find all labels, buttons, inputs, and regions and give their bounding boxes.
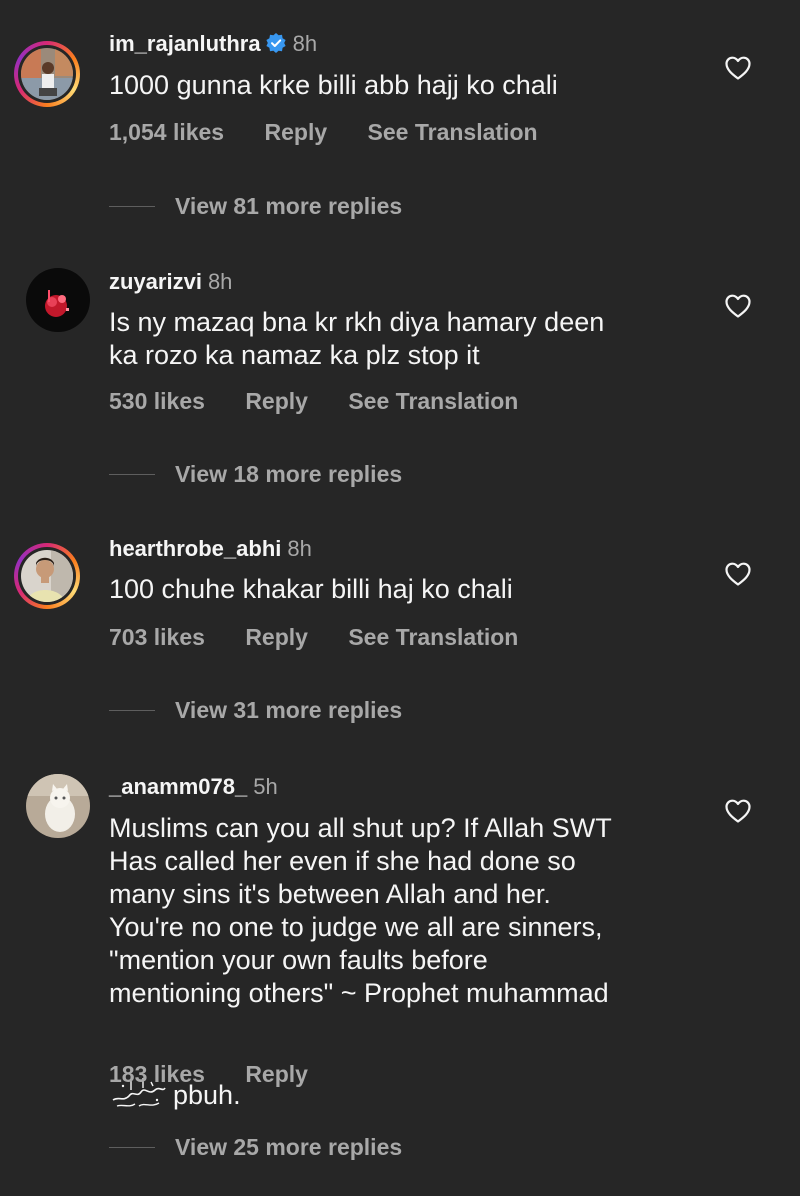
replies-divider xyxy=(109,474,155,475)
comment-item: im_rajanluthra 8h 1000 gunna krke billi a… xyxy=(0,0,800,235)
replies-divider xyxy=(109,1147,155,1148)
view-more-replies-button[interactable]: View 31 more replies xyxy=(109,697,402,727)
username[interactable]: hearthrobe_abhi xyxy=(109,536,281,561)
comment-item: zuyarizvi 8h Is ny mazaq bna kr rkh diya … xyxy=(0,235,800,505)
likes-count[interactable]: 530 likes xyxy=(109,387,205,415)
avatar[interactable] xyxy=(14,41,80,107)
view-replies-label: View 18 more replies xyxy=(175,461,403,487)
see-translation-button[interactable]: See Translation xyxy=(348,623,518,651)
verified-badge-icon xyxy=(265,32,287,61)
view-replies-label: View 25 more replies xyxy=(175,1134,403,1160)
reply-button[interactable]: Reply xyxy=(245,387,308,415)
timestamp: 5h xyxy=(253,774,278,799)
likes-count[interactable]: 703 likes xyxy=(109,623,205,651)
likes-count[interactable]: 1,054 likes xyxy=(109,118,224,146)
heart-outline-icon[interactable] xyxy=(724,561,752,587)
username[interactable]: zuyarizvi xyxy=(109,269,202,294)
heart-outline-icon[interactable] xyxy=(724,55,752,81)
reply-button[interactable]: Reply xyxy=(265,118,328,146)
replies-divider xyxy=(109,206,155,207)
comment-actions: 1,054 likes Reply See Translation xyxy=(109,118,538,146)
heart-outline-icon[interactable] xyxy=(724,293,752,319)
see-translation-button[interactable]: See Translation xyxy=(348,387,518,415)
comment-text: Is ny mazaq bna kr rkh diya hamary deen … xyxy=(109,307,605,370)
comment-actions: 703 likes Reply See Translation xyxy=(109,623,518,651)
avatar[interactable] xyxy=(14,543,80,609)
timestamp: 8h xyxy=(207,269,233,294)
view-more-replies-button[interactable]: View 25 more replies xyxy=(109,1134,402,1164)
see-translation-button[interactable]: See Translation xyxy=(368,118,538,146)
timestamp: 8h xyxy=(292,31,318,56)
avatar-image xyxy=(26,268,90,332)
comment-text: Muslims can you all shut up? If Allah SW… xyxy=(109,813,612,1008)
comment-text: 100 chuhe khakar billi haj ko chali xyxy=(109,574,513,604)
username[interactable]: im_rajanluthra xyxy=(109,31,261,56)
timestamp: 8h xyxy=(287,536,312,561)
avatar[interactable] xyxy=(14,774,90,840)
avatar-image xyxy=(21,550,73,602)
reply-button[interactable]: Reply xyxy=(245,623,308,651)
comment-text: 1000 gunna krke billi abb hajj ko chali xyxy=(109,70,558,100)
view-replies-label: View 31 more replies xyxy=(175,697,403,723)
comment-actions: 530 likes Reply See Translation xyxy=(109,387,518,415)
view-more-replies-button[interactable]: View 18 more replies xyxy=(109,461,402,491)
avatar-image xyxy=(21,48,73,100)
view-more-replies-button[interactable]: View 81 more replies xyxy=(109,193,402,223)
comment-item: _anamm078_ 5h Muslims can you all shut up… xyxy=(0,745,800,1196)
replies-divider xyxy=(109,710,155,711)
comment-item: hearthrobe_abhi 8h 100 chuhe khakar billi… xyxy=(0,505,800,745)
comment-actions: 183 likes Reply xyxy=(109,1060,308,1088)
view-replies-label: View 81 more replies xyxy=(175,193,403,219)
likes-count[interactable]: 183 likes xyxy=(109,1060,205,1088)
reply-button[interactable]: Reply xyxy=(245,1060,308,1088)
avatar[interactable] xyxy=(14,268,90,334)
heart-outline-icon[interactable] xyxy=(724,798,752,824)
avatar-image xyxy=(26,774,90,838)
username[interactable]: _anamm078_ xyxy=(109,774,247,799)
